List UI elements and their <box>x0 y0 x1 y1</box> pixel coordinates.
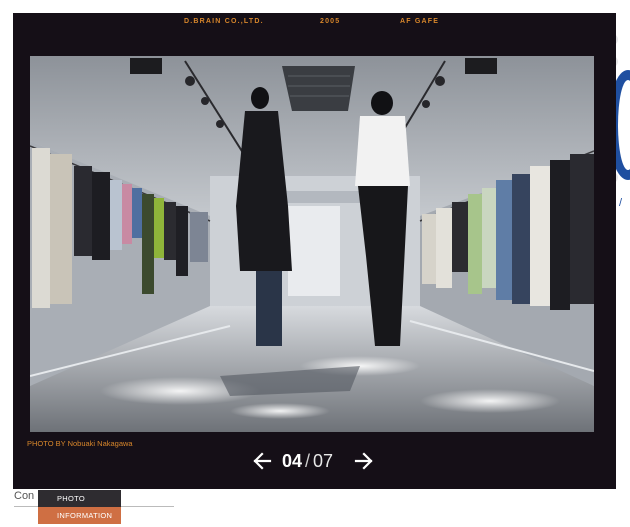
current-page: 04 <box>282 451 303 471</box>
boutique-interior-photo <box>30 56 594 432</box>
background-slash: / <box>619 197 623 209</box>
photo-illustration <box>30 56 594 432</box>
photo-pager: 04/07 <box>13 450 616 474</box>
project-year: 2005 <box>320 18 341 25</box>
tab-photo[interactable]: PHOTO <box>38 490 121 507</box>
background-partial-text: Con <box>14 490 35 502</box>
photo-credit: PHOTO BY Nobuaki Nakagawa <box>27 439 133 448</box>
arrow-left-icon[interactable] <box>253 451 273 471</box>
page-separator: / <box>305 451 311 471</box>
page-counter: 04/07 <box>282 451 333 472</box>
project-name: AF GAFE <box>400 18 440 25</box>
photo-lightbox: D.BRAIN CO.,LTD. 2005 AF GAFE PHOTO BY N… <box>13 13 616 489</box>
company-name: D.BRAIN CO.,LTD. <box>184 18 264 25</box>
total-pages: 07 <box>313 451 334 471</box>
tab-information[interactable]: INFORMATION <box>38 507 121 524</box>
lightbox-header: D.BRAIN CO.,LTD. 2005 AF GAFE <box>13 13 616 33</box>
arrow-right-icon[interactable] <box>353 451 373 471</box>
